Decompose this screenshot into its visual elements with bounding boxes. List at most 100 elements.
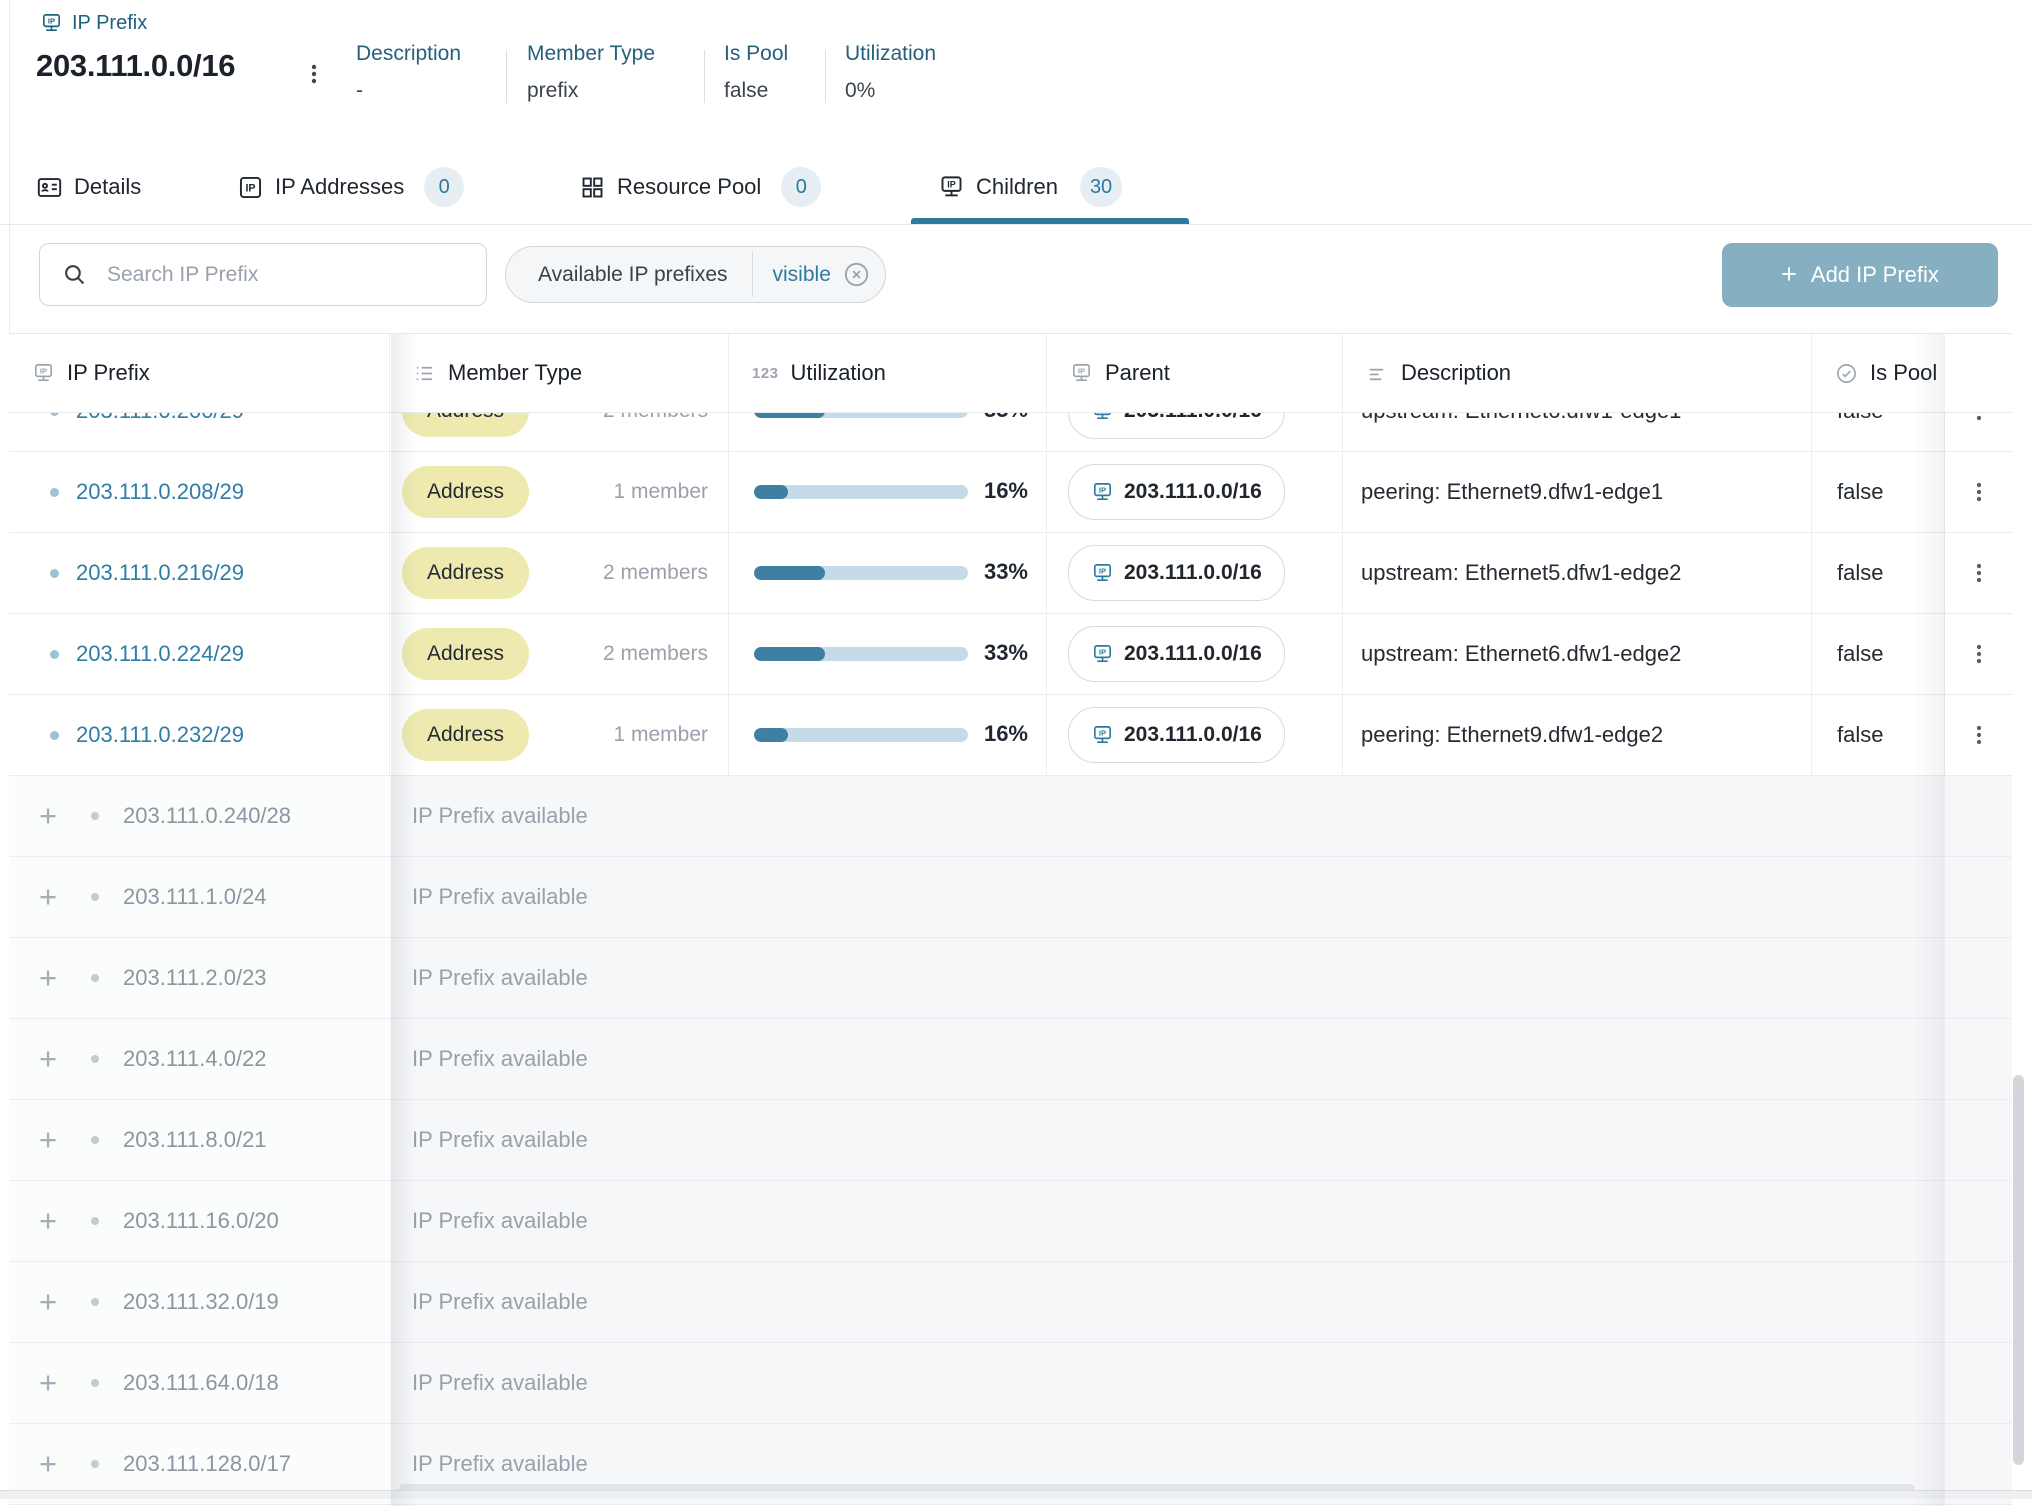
grid-icon bbox=[579, 174, 606, 201]
column-header-label: Member Type bbox=[448, 360, 582, 386]
available-status-cell: IP Prefix available bbox=[390, 1262, 2012, 1342]
add-prefix-plus-button[interactable]: + bbox=[33, 1368, 63, 1398]
row-menu-button[interactable] bbox=[1961, 717, 1997, 753]
parent-chip-label: 203.111.0.0/16 bbox=[1124, 561, 1262, 585]
row-menu-button[interactable] bbox=[1961, 474, 1997, 510]
available-prefix-row: + 203.111.1.0/24 IP Prefix available bbox=[9, 857, 2012, 938]
utilization-bar-fill bbox=[754, 413, 825, 418]
parent-chip[interactable]: IP 203.111.0.0/16 bbox=[1068, 464, 1285, 520]
available-status-text: IP Prefix available bbox=[412, 1127, 588, 1153]
column-header-label: Parent bbox=[1105, 360, 1170, 386]
tabs-bottom-border bbox=[0, 224, 2032, 225]
utilization-value: 33% bbox=[938, 559, 1028, 585]
available-prefix-cell: + 203.111.0.240/28 bbox=[9, 776, 391, 856]
available-prefix-cell: + 203.111.8.0/21 bbox=[9, 1100, 391, 1180]
utilization-cell: 33% bbox=[729, 533, 1047, 613]
prefix-dot-icon bbox=[91, 893, 99, 901]
add-button-label: Add IP Prefix bbox=[1811, 262, 1939, 288]
add-prefix-plus-button[interactable]: + bbox=[33, 1044, 63, 1074]
svg-text:IP: IP bbox=[245, 182, 255, 194]
is-pool-cell: false bbox=[1812, 452, 1945, 532]
prefix-link[interactable]: 203.111.0.200/29 bbox=[76, 413, 244, 424]
parent-chip[interactable]: IP 203.111.0.0/16 bbox=[1068, 413, 1285, 439]
utilization-bar bbox=[754, 647, 968, 661]
row-menu-button[interactable] bbox=[1961, 636, 1997, 672]
description-cell: upstream: Ethernet6.dfw1-edge1 bbox=[1343, 413, 1812, 451]
utilization-cell: 33% bbox=[729, 413, 1047, 451]
is-pool-cell: false bbox=[1812, 533, 1945, 613]
add-prefix-plus-button[interactable]: + bbox=[33, 801, 63, 831]
row-menu-cell bbox=[1945, 614, 2012, 694]
table-row: 203.111.0.232/29 Address 1 member 16% IP… bbox=[9, 695, 2012, 776]
utilization-bar-fill bbox=[754, 728, 788, 742]
parent-chip[interactable]: IP 203.111.0.0/16 bbox=[1068, 545, 1285, 601]
search-input[interactable] bbox=[105, 262, 409, 288]
tab-children[interactable]: IP Children 30 bbox=[938, 150, 1122, 224]
prefix-cell: 203.111.0.224/29 bbox=[9, 614, 390, 694]
utilization-cell: 16% bbox=[729, 452, 1047, 532]
add-ip-prefix-button[interactable]: + Add IP Prefix bbox=[1722, 243, 1998, 307]
prefix-link[interactable]: 203.111.0.216/29 bbox=[76, 560, 244, 586]
available-status-text: IP Prefix available bbox=[412, 1451, 588, 1477]
clipped-table-row: 203.111.0.200/29 Address 2 members 33% I… bbox=[9, 413, 2012, 452]
prefix-link[interactable]: 203.111.0.208/29 bbox=[76, 479, 244, 505]
available-prefix-label: 203.111.32.0/19 bbox=[123, 1289, 279, 1315]
row-menu-cell bbox=[1945, 695, 2012, 775]
tab-label: IP Addresses bbox=[275, 174, 404, 200]
header-menu-spacer bbox=[1945, 334, 2012, 412]
utilization-value: 33% bbox=[938, 413, 1028, 423]
search-box[interactable] bbox=[39, 243, 487, 306]
tab-resource-pool[interactable]: Resource Pool 0 bbox=[579, 150, 821, 224]
description-text: peering: Ethernet9.dfw1-edge1 bbox=[1361, 479, 1663, 505]
add-prefix-plus-button[interactable]: + bbox=[33, 1287, 63, 1317]
member-count: 1 member bbox=[613, 480, 708, 504]
row-menu-button[interactable] bbox=[1961, 555, 1997, 591]
tab-ip-addresses[interactable]: IP IP Addresses 0 bbox=[237, 150, 464, 224]
tab-details[interactable]: Details bbox=[36, 150, 141, 224]
column-header-utilization[interactable]: 123 Utilization bbox=[729, 334, 1047, 412]
is-pool-cell: false bbox=[1812, 614, 1945, 694]
table-row: 203.111.0.200/29 Address 2 members 33% I… bbox=[9, 413, 2012, 451]
available-status-text: IP Prefix available bbox=[412, 1208, 588, 1234]
breadcrumb[interactable]: IP IP Prefix bbox=[40, 12, 147, 35]
column-header-description[interactable]: Description bbox=[1343, 334, 1812, 412]
kebab-icon bbox=[1967, 413, 1991, 423]
utilization-bar-fill bbox=[754, 566, 825, 580]
add-prefix-plus-button[interactable]: + bbox=[33, 882, 63, 912]
column-header-member-type[interactable]: Member Type bbox=[390, 334, 729, 412]
column-header-ip-prefix[interactable]: IP IP Prefix bbox=[9, 334, 390, 412]
title-kebab-button[interactable] bbox=[296, 56, 332, 92]
add-prefix-plus-button[interactable]: + bbox=[33, 963, 63, 993]
add-prefix-plus-button[interactable]: + bbox=[33, 1206, 63, 1236]
prefix-dot-icon bbox=[50, 569, 59, 578]
filter-remove-button[interactable] bbox=[843, 261, 871, 289]
parent-chip[interactable]: IP 203.111.0.0/16 bbox=[1068, 707, 1285, 763]
vertical-scrollbar-thumb[interactable] bbox=[2013, 1075, 2024, 1465]
member-type-cell: Address 1 member bbox=[390, 695, 729, 775]
svg-text:IP: IP bbox=[48, 17, 55, 26]
is-pool-value: false bbox=[1837, 560, 1883, 586]
available-status-text: IP Prefix available bbox=[412, 1046, 588, 1072]
tab-label: Resource Pool bbox=[617, 174, 761, 200]
available-prefix-row: + 203.111.4.0/22 IP Prefix available bbox=[9, 1019, 2012, 1100]
filter-chip[interactable]: Available IP prefixes visible bbox=[505, 246, 886, 303]
prefix-link[interactable]: 203.111.0.224/29 bbox=[76, 641, 244, 667]
add-prefix-plus-button[interactable]: + bbox=[33, 1449, 63, 1479]
row-menu-button[interactable] bbox=[1961, 413, 1997, 429]
parent-chip[interactable]: IP 203.111.0.0/16 bbox=[1068, 626, 1285, 682]
column-header-is-pool[interactable]: Is Pool bbox=[1812, 334, 1942, 412]
available-prefix-label: 203.111.4.0/22 bbox=[123, 1046, 267, 1072]
is-pool-cell: false bbox=[1812, 695, 1945, 775]
available-prefix-cell: + 203.111.2.0/23 bbox=[9, 938, 391, 1018]
meta-member-type: Member Type prefix bbox=[527, 42, 655, 103]
available-prefix-label: 203.111.2.0/23 bbox=[123, 965, 267, 991]
add-prefix-plus-button[interactable]: + bbox=[33, 1125, 63, 1155]
tab-count-badge: 0 bbox=[781, 167, 821, 207]
prefix-dot-icon bbox=[91, 812, 99, 820]
prefix-link[interactable]: 203.111.0.232/29 bbox=[76, 722, 244, 748]
meta-divider bbox=[704, 50, 705, 103]
available-prefix-label: 203.111.64.0/18 bbox=[123, 1370, 279, 1396]
member-count: 1 member bbox=[613, 723, 708, 747]
member-type-cell: Address 2 members bbox=[390, 413, 729, 451]
column-header-parent[interactable]: IP Parent bbox=[1047, 334, 1343, 412]
